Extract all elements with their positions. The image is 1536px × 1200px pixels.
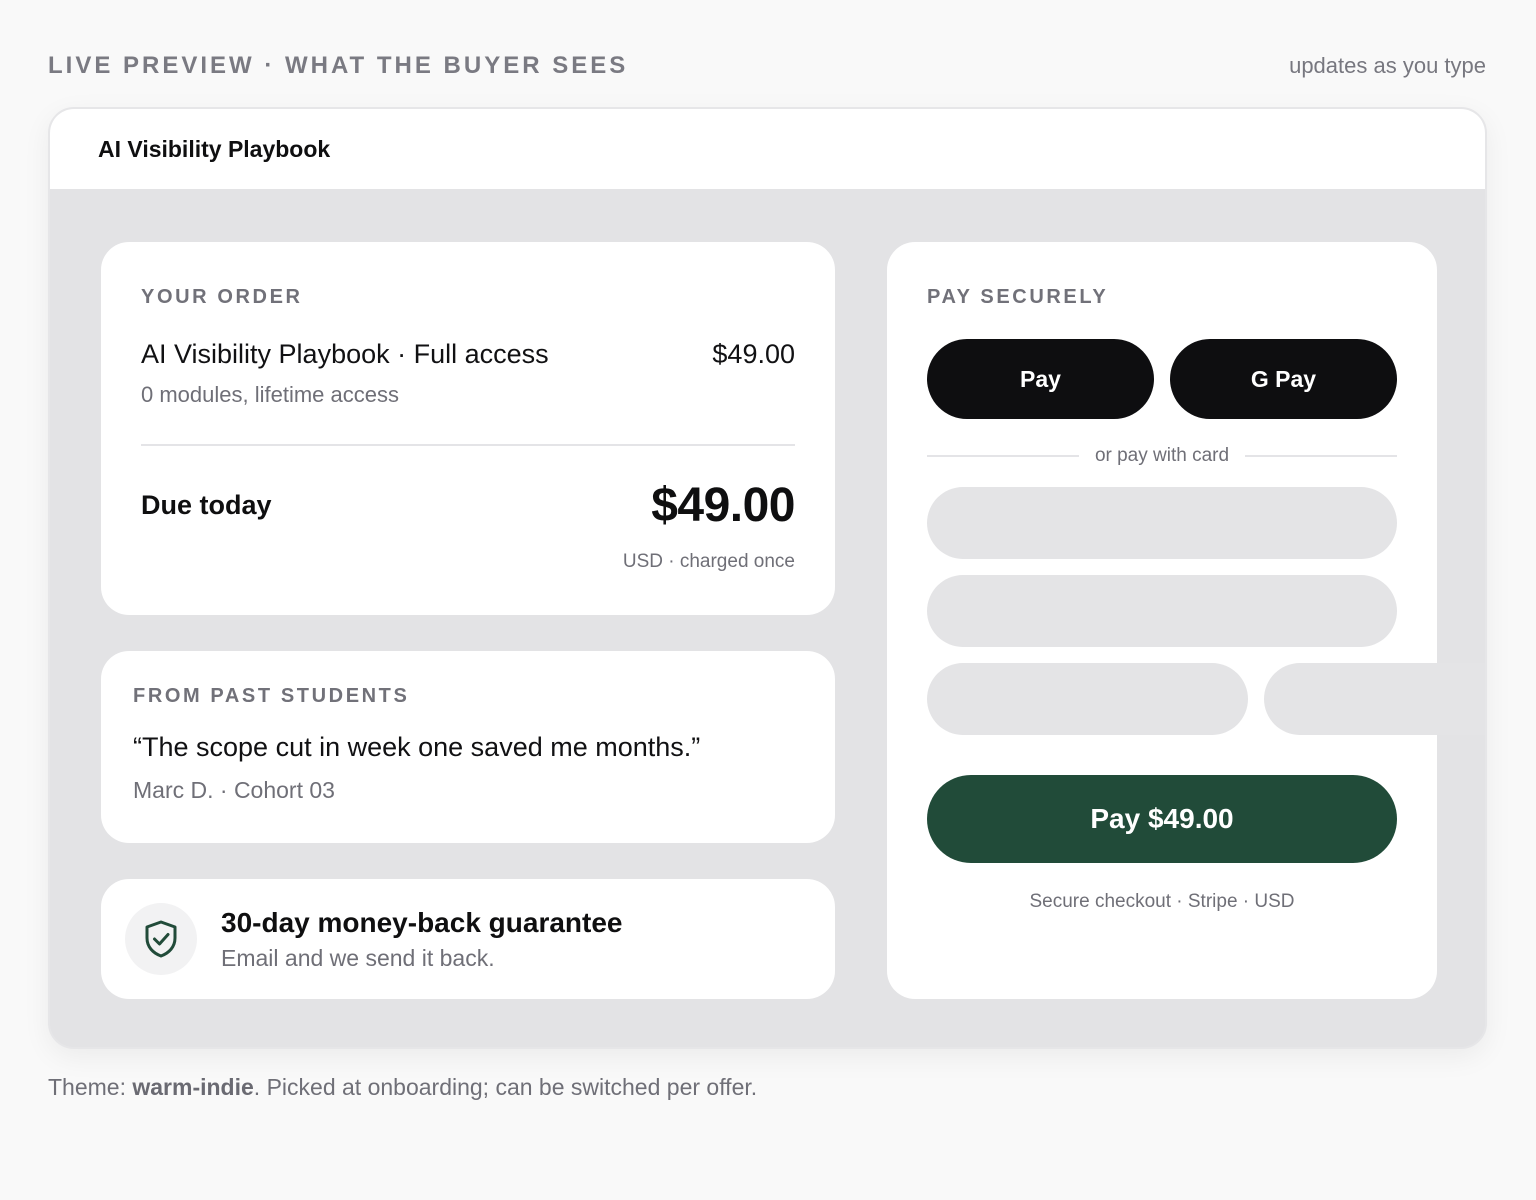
order-divider (141, 444, 795, 446)
guarantee-title: 30-day money-back guarantee (221, 906, 623, 938)
theme-note-suffix: . Picked at onboarding; can be switched … (253, 1074, 758, 1100)
due-today-label: Due today (141, 490, 272, 520)
pay-button[interactable]: Pay $49.00 (927, 775, 1397, 863)
theme-note-prefix: Theme: (48, 1074, 133, 1100)
shield-check-icon (125, 903, 197, 975)
testimonial-label: FROM PAST STUDENTS (133, 685, 410, 707)
expiry-field[interactable] (927, 663, 1248, 735)
divider-line-left (927, 455, 1079, 457)
cvc-field[interactable] (1264, 663, 1485, 735)
preview-header: AI Visibility Playbook (50, 109, 1485, 189)
testimonial-card: FROM PAST STUDENTS “The scope cut in wee… (101, 651, 835, 843)
order-summary-card: YOUR ORDER AI Visibility Playbook · Full… (101, 242, 835, 615)
live-update-hint: updates as you type (1289, 53, 1486, 78)
product-title: AI Visibility Playbook (98, 135, 331, 162)
guarantee-card: 30-day money-back guarantee Email and we… (101, 879, 835, 999)
apple-pay-button[interactable]: Pay (927, 339, 1154, 419)
guarantee-text: 30-day money-back guarantee Email and we… (221, 907, 623, 972)
wallet-buttons: Pay G Pay (927, 339, 1397, 419)
guarantee-subtitle: Email and we send it back. (221, 944, 495, 971)
pay-securely-label: PAY SECURELY (927, 286, 1109, 308)
line-item-name: AI Visibility Playbook · Full access (141, 339, 549, 369)
testimonial-attribution: Marc D. · Cohort 03 (133, 777, 335, 803)
testimonial-quote: “The scope cut in week one saved me mont… (133, 732, 701, 762)
charge-note: USD · charged once (622, 551, 795, 572)
due-today-amount: $49.00 (651, 479, 795, 532)
cardholder-name-field[interactable] (927, 575, 1397, 647)
preview-topbar: LIVE PREVIEW · WHAT THE BUYER SEES updat… (48, 50, 1486, 82)
secure-checkout-note: Secure checkout · Stripe · USD (1029, 891, 1295, 912)
order-line-item: AI Visibility Playbook · Full access $49… (141, 339, 795, 370)
checkout-preview-frame: AI Visibility Playbook YOUR ORDER AI Vis… (48, 107, 1487, 1049)
line-item-price: $49.00 (712, 339, 795, 369)
due-today-row: Due today $49.00 (141, 478, 795, 533)
card-divider: or pay with card (927, 445, 1397, 467)
theme-note: Theme: warm-indie. Picked at onboarding;… (48, 1074, 757, 1101)
divider-line-right (1245, 455, 1397, 457)
divider-text: or pay with card (1094, 445, 1230, 466)
payment-card: PAY SECURELY Pay G Pay or pay with card … (887, 242, 1485, 999)
card-details-row (927, 663, 1485, 735)
line-item-description: 0 modules, lifetime access (141, 382, 399, 407)
preview-eyebrow: LIVE PREVIEW · WHAT THE BUYER SEES (48, 52, 629, 79)
google-pay-button[interactable]: G Pay (1170, 339, 1397, 419)
order-label: YOUR ORDER (141, 286, 303, 308)
theme-name: warm-indie (132, 1074, 254, 1100)
card-number-field[interactable] (927, 487, 1397, 559)
